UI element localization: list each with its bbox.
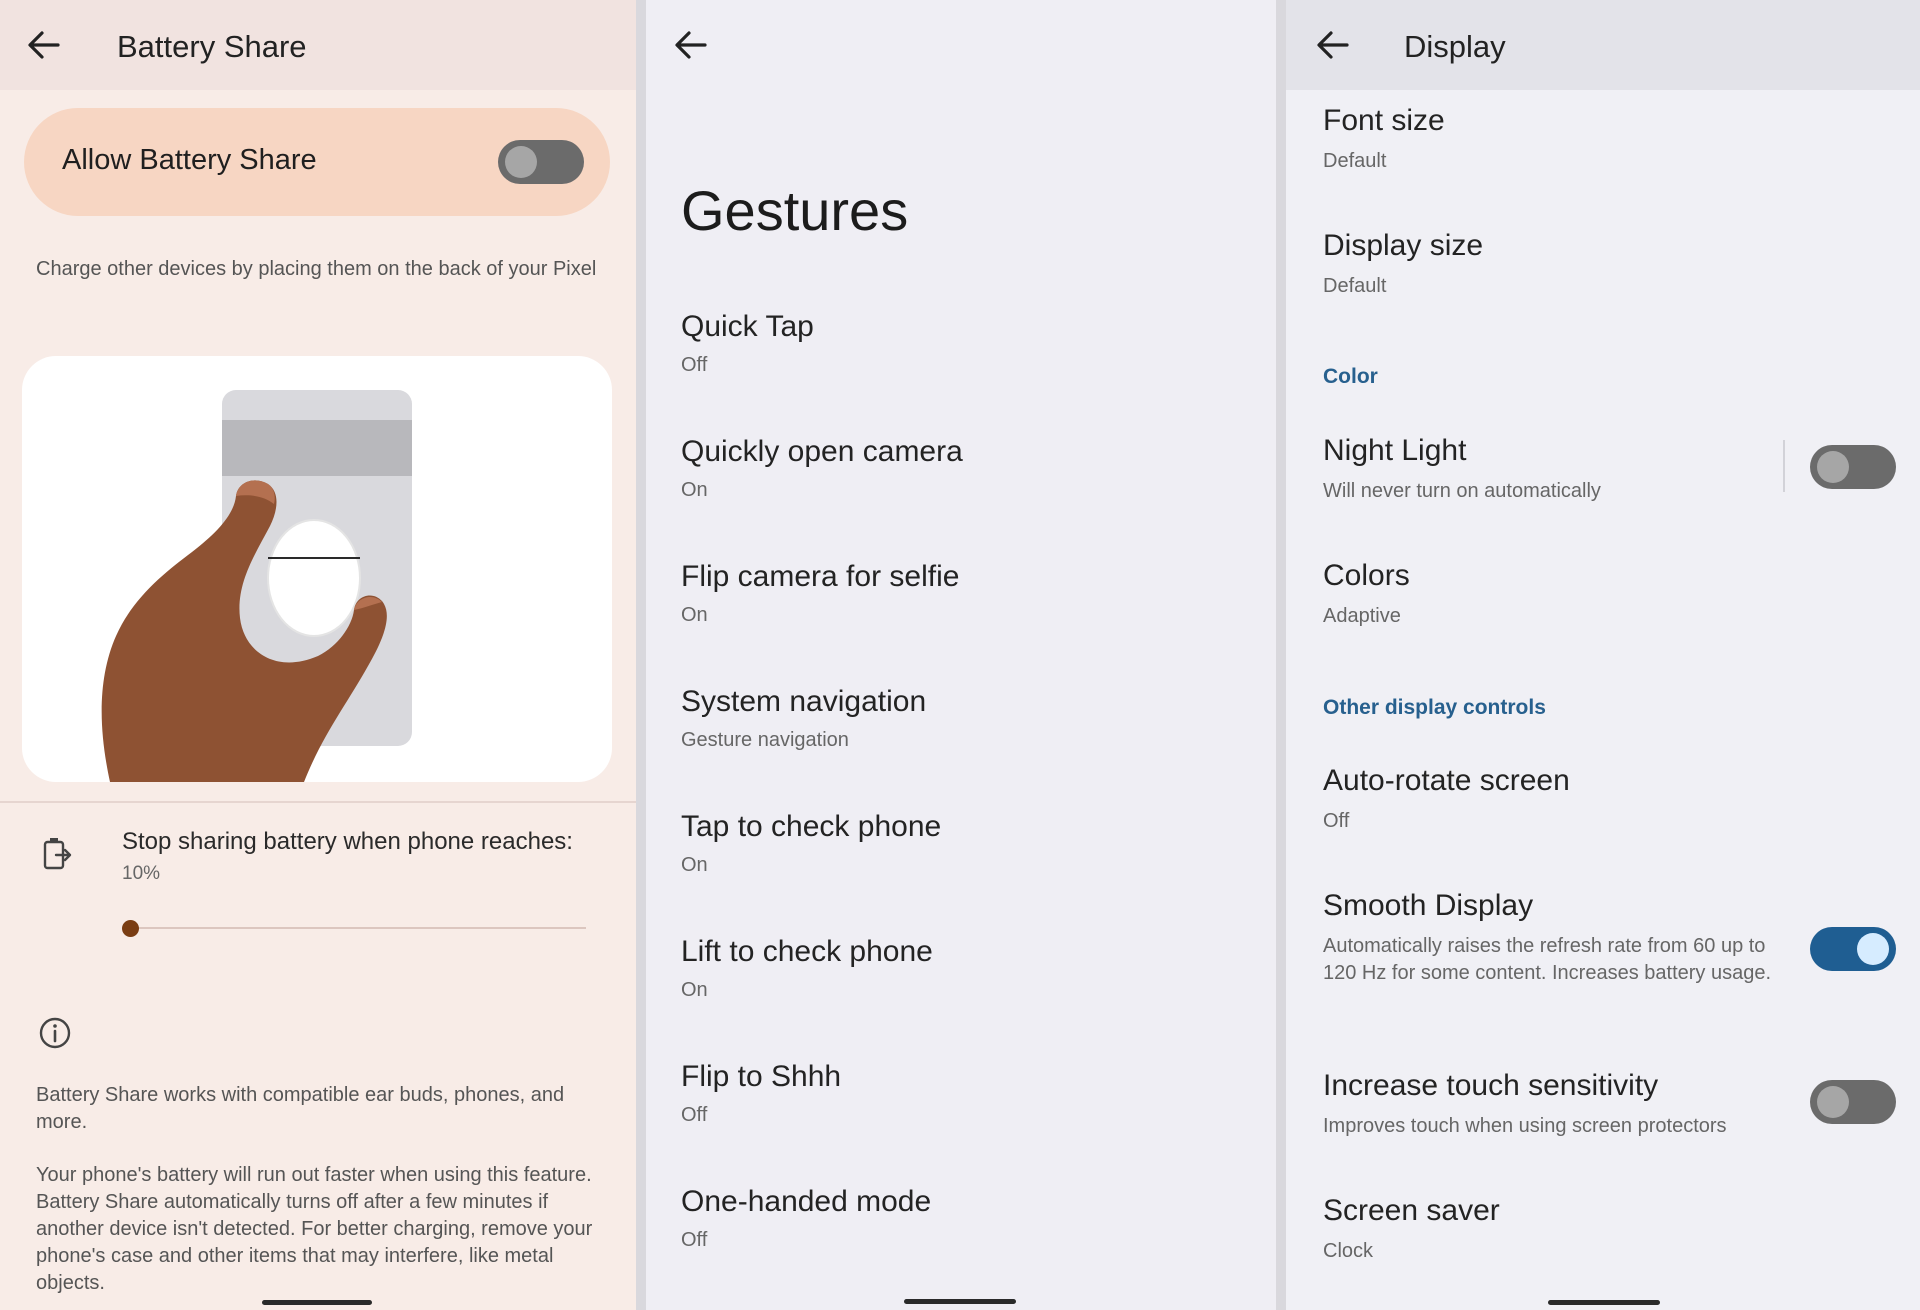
gesture-item-label: Quick Tap xyxy=(681,310,814,343)
gesture-item-value: On xyxy=(681,854,708,876)
stop-sharing-label: Stop sharing battery when phone reaches: xyxy=(122,828,573,855)
allow-battery-share-card[interactable]: Allow Battery Share xyxy=(24,108,610,216)
battery-share-illustration xyxy=(22,356,612,782)
setting-label: Screen saver xyxy=(1323,1194,1500,1227)
setting-value: Automatically raises the refresh rate fr… xyxy=(1323,935,1772,984)
gesture-item-label: Tap to check phone xyxy=(681,810,942,843)
setting-value: Default xyxy=(1323,275,1387,297)
gesture-item-quick-tap[interactable]: Quick Tap Off xyxy=(681,310,814,377)
display-header: Display xyxy=(1286,0,1920,90)
gesture-item-value: On xyxy=(681,604,708,626)
smooth-display-toggle[interactable] xyxy=(1810,927,1896,971)
arrow-back-icon[interactable] xyxy=(26,30,60,60)
touch-sensitivity-toggle[interactable] xyxy=(1810,1080,1896,1124)
battery-share-panel: Battery Share Allow Battery Share Charge… xyxy=(0,0,636,1310)
gesture-handle xyxy=(904,1299,1016,1304)
setting-value: Adaptive xyxy=(1323,605,1401,627)
setting-label: Colors xyxy=(1323,559,1410,592)
battery-share-header: Battery Share xyxy=(0,0,636,90)
setting-label: Display size xyxy=(1323,229,1484,262)
allow-battery-share-toggle[interactable] xyxy=(498,140,584,184)
gesture-item-label: One-handed mode xyxy=(681,1185,932,1218)
gesture-item-label: Flip camera for selfie xyxy=(681,560,960,593)
gesture-item-value: Off xyxy=(681,1104,708,1126)
setting-colors[interactable]: Colors Adaptive xyxy=(1323,559,1793,630)
section-divider xyxy=(0,801,636,803)
setting-label: Increase touch sensitivity xyxy=(1323,1069,1659,1102)
vertical-divider xyxy=(1783,440,1785,492)
gesture-item-label: System navigation xyxy=(681,685,927,718)
slider-track xyxy=(130,927,586,929)
setting-label: Smooth Display xyxy=(1323,889,1534,922)
battery-threshold-slider[interactable] xyxy=(120,916,586,940)
gesture-item-label: Lift to check phone xyxy=(681,935,933,968)
gesture-item-value: Gesture navigation xyxy=(681,729,849,751)
night-light-toggle[interactable] xyxy=(1810,445,1896,489)
section-header-other-display-controls: Other display controls xyxy=(1323,696,1546,719)
info-icon xyxy=(38,1016,72,1050)
section-header-color: Color xyxy=(1323,365,1378,388)
setting-touch-sensitivity[interactable]: Increase touch sensitivity Improves touc… xyxy=(1323,1069,1793,1140)
setting-screen-saver[interactable]: Screen saver Clock xyxy=(1323,1194,1793,1265)
battery-share-description: Charge other devices by placing them on … xyxy=(36,258,597,280)
allow-battery-share-label: Allow Battery Share xyxy=(62,144,317,176)
setting-value: Will never turn on automatically xyxy=(1323,480,1601,502)
setting-label: Font size xyxy=(1323,104,1445,137)
gesture-handle xyxy=(262,1300,372,1305)
gesture-item-value: Off xyxy=(681,1229,708,1251)
setting-font-size[interactable]: Font size Default xyxy=(1323,104,1793,175)
gesture-item-label: Flip to Shhh xyxy=(681,1060,842,1093)
gesture-item-value: Off xyxy=(681,354,708,376)
setting-night-light[interactable]: Night Light Will never turn on automatic… xyxy=(1323,434,1793,505)
battery-share-icon xyxy=(42,836,72,872)
setting-value: Improves touch when using screen protect… xyxy=(1323,1115,1727,1137)
toggle-knob xyxy=(1857,933,1889,965)
setting-auto-rotate[interactable]: Auto-rotate screen Off xyxy=(1323,764,1793,835)
gesture-item-tap-to-check[interactable]: Tap to check phone On xyxy=(681,810,941,877)
gestures-panel: Gestures Quick Tap Off Quickly open came… xyxy=(646,0,1276,1310)
gesture-item-flip-to-shhh[interactable]: Flip to Shhh Off xyxy=(681,1060,841,1127)
setting-label: Night Light xyxy=(1323,434,1467,467)
stop-sharing-value: 10% xyxy=(122,863,161,884)
setting-label: Auto-rotate screen xyxy=(1323,764,1570,797)
gesture-item-system-navigation[interactable]: System navigation Gesture navigation xyxy=(681,685,926,752)
display-panel: Display Font size Default Display size D… xyxy=(1286,0,1920,1310)
gesture-item-flip-camera[interactable]: Flip camera for selfie On xyxy=(681,560,959,627)
gesture-item-quickly-open-camera[interactable]: Quickly open camera On xyxy=(681,435,963,502)
arrow-back-icon[interactable] xyxy=(673,30,707,60)
gesture-item-lift-to-check[interactable]: Lift to check phone On xyxy=(681,935,933,1002)
setting-value: Clock xyxy=(1323,1240,1374,1262)
toggle-knob xyxy=(1817,451,1849,483)
gesture-item-value: On xyxy=(681,979,708,1001)
battery-warning-note: Your phone's battery will run out faster… xyxy=(36,1164,593,1294)
page-title: Battery Share xyxy=(117,29,307,64)
setting-value: Off xyxy=(1323,810,1350,832)
slider-thumb[interactable] xyxy=(122,920,139,937)
setting-value: Default xyxy=(1323,150,1387,172)
arrow-back-icon[interactable] xyxy=(1315,30,1349,60)
page-title: Display xyxy=(1404,29,1506,64)
page-title: Gestures xyxy=(681,179,909,242)
compatibility-note: Battery Share works with compatible ear … xyxy=(36,1084,565,1133)
setting-display-size[interactable]: Display size Default xyxy=(1323,229,1793,300)
gesture-item-one-handed-mode[interactable]: One-handed mode Off xyxy=(681,1185,931,1252)
setting-smooth-display[interactable]: Smooth Display Automatically raises the … xyxy=(1323,889,1783,987)
gesture-item-label: Quickly open camera xyxy=(681,435,963,468)
toggle-knob xyxy=(1817,1086,1849,1118)
gesture-item-value: On xyxy=(681,479,708,501)
toggle-knob xyxy=(505,146,537,178)
gesture-handle xyxy=(1548,1300,1660,1305)
